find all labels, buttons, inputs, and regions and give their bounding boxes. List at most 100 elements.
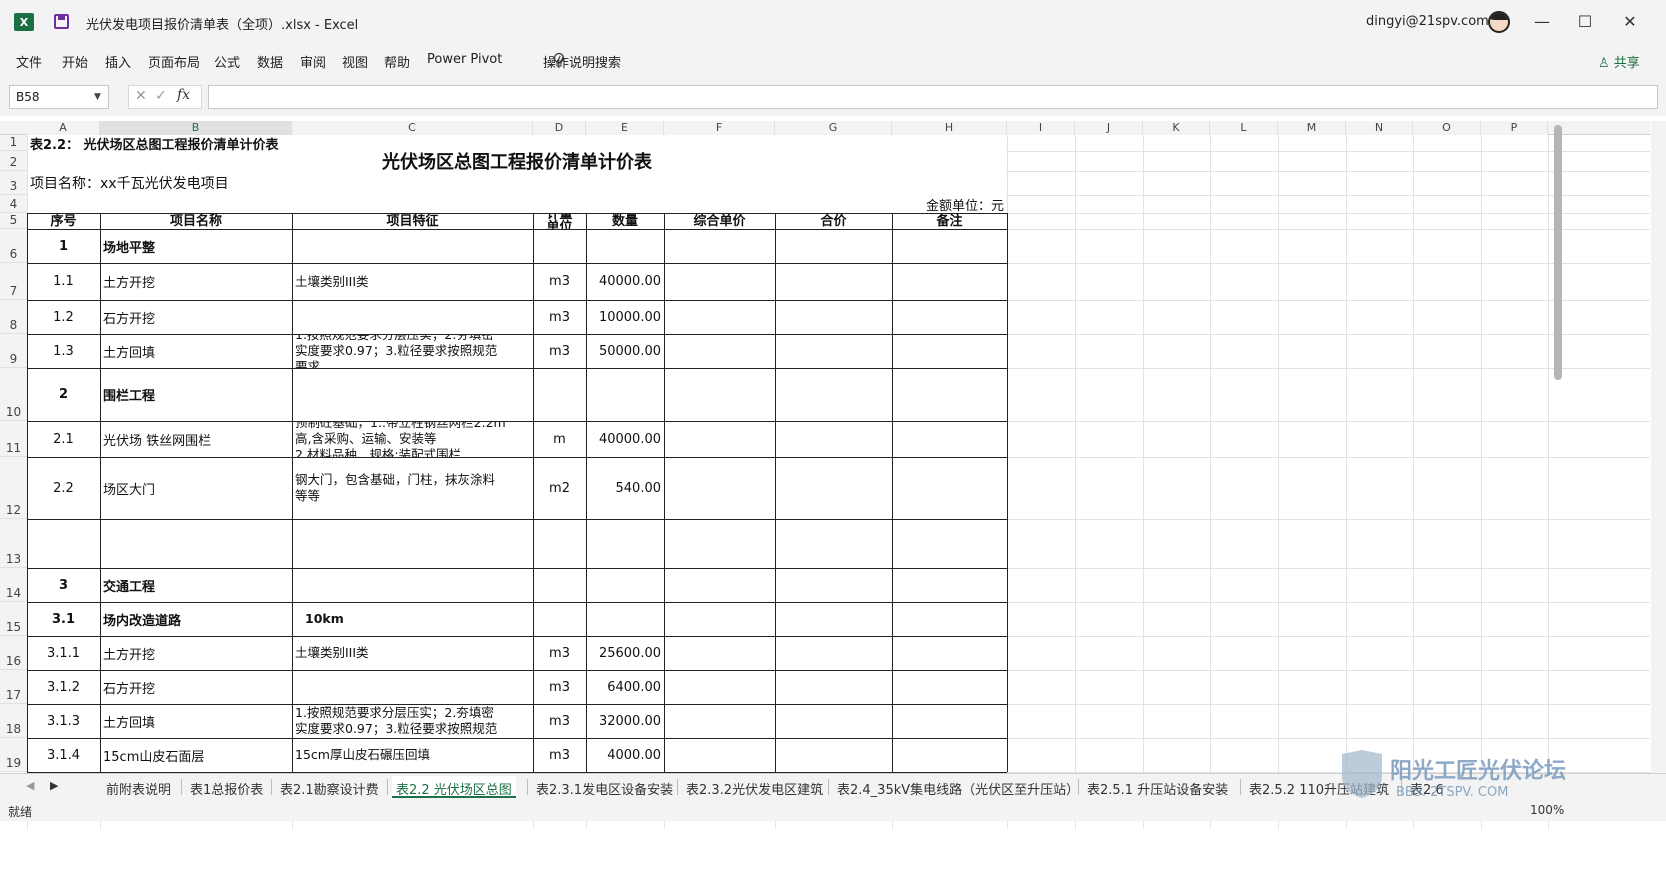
sheet-caption[interactable]: 表2.2： 光伏场区总图工程报价清单计价表 (30, 135, 530, 152)
item-unit[interactable] (536, 519, 583, 568)
item-number[interactable]: 3.1.4 (30, 738, 97, 772)
table-header[interactable]: 项目特征 (295, 213, 530, 229)
row-header[interactable]: 14 (0, 568, 27, 602)
row-header[interactable]: 12 (0, 457, 27, 519)
avatar[interactable] (1488, 11, 1510, 33)
item-number[interactable]: 3.1.3 (30, 704, 97, 738)
item-number[interactable]: 1.2 (30, 300, 97, 334)
vertical-scrollbar[interactable] (1651, 121, 1666, 773)
zoom-level[interactable]: 100% (1530, 803, 1564, 817)
item-quantity[interactable]: 32000.00 (589, 704, 661, 738)
column-header[interactable]: D (533, 121, 586, 135)
close-icon[interactable]: ✕ (1618, 10, 1642, 34)
sheet-tab[interactable]: 表2.3.2光伏发电区建筑 (686, 776, 823, 798)
item-feature[interactable] (295, 670, 530, 704)
item-quantity[interactable] (589, 229, 661, 263)
table-header[interactable]: 数量 (589, 213, 661, 229)
item-name[interactable]: 土方开挖 (103, 263, 289, 300)
table-header[interactable]: 合价 (778, 213, 889, 229)
row-header[interactable]: 10 (0, 368, 27, 421)
column-header[interactable]: I (1007, 121, 1075, 135)
sheet-tab[interactable]: 表2.5.1 升压站设备安装 (1087, 776, 1228, 798)
item-number[interactable] (30, 519, 97, 568)
item-unit[interactable]: m3 (536, 738, 583, 772)
row-header[interactable]: 18 (0, 704, 27, 738)
item-name[interactable]: 场内改造道路 (103, 602, 289, 636)
item-feature[interactable]: 15cm厚山皮石碾压回填 (295, 738, 530, 772)
column-header[interactable]: A (27, 121, 100, 135)
item-name[interactable]: 土方开挖 (103, 636, 289, 670)
item-unit[interactable]: m3 (536, 334, 583, 368)
item-name[interactable] (103, 519, 289, 568)
formula-input[interactable] (208, 85, 1658, 109)
menu-item[interactable]: 公式 (214, 52, 240, 71)
item-number[interactable]: 3 (30, 568, 97, 602)
table-header[interactable]: 备注 (895, 213, 1004, 229)
table-header[interactable]: 综合单价 (667, 213, 772, 229)
item-name[interactable]: 场地平整 (103, 229, 289, 263)
item-feature[interactable]: 1.按照规范要求分层压实；2.夯填密 实度要求0.97；3.粒径要求按照规范 要… (295, 334, 530, 368)
item-number[interactable]: 3.1 (30, 602, 97, 636)
menu-item[interactable]: 审阅 (300, 52, 326, 71)
item-name[interactable]: 石方开挖 (103, 670, 289, 704)
item-unit[interactable]: m3 (536, 636, 583, 670)
sheet-title[interactable]: 光伏场区总图工程报价清单计价表 (30, 151, 1004, 171)
item-feature[interactable]: 钢大门，包含基础，门柱，抹灰涂料 等等 (295, 457, 530, 519)
user-account[interactable]: dingyi@21spv.com (1366, 14, 1489, 29)
item-feature[interactable] (295, 229, 530, 263)
row-header[interactable]: 16 (0, 636, 27, 670)
item-number[interactable]: 2 (30, 368, 97, 421)
tab-scroll-right-icon[interactable]: ▶ (50, 779, 58, 792)
cancel-icon[interactable]: ✕ (135, 88, 147, 104)
item-unit[interactable]: m3 (536, 670, 583, 704)
item-quantity[interactable]: 10000.00 (589, 300, 661, 334)
menu-item[interactable]: 文件 (16, 52, 42, 71)
item-name[interactable]: 场区大门 (103, 457, 289, 519)
item-quantity[interactable] (589, 602, 661, 636)
item-number[interactable]: 3.1.2 (30, 670, 97, 704)
item-number[interactable]: 1.3 (30, 334, 97, 368)
sheet-tab[interactable]: 表1总报价表 (190, 776, 263, 798)
table-header[interactable]: 计量 单位 (536, 213, 583, 229)
row-header[interactable]: 5 (0, 213, 27, 229)
currency-unit[interactable]: 金额单位：元 (778, 195, 1004, 214)
item-feature[interactable]: 10km (295, 602, 530, 636)
column-header[interactable]: O (1413, 121, 1481, 135)
menu-item[interactable]: 数据 (257, 52, 283, 71)
sheet-tab[interactable]: 表2.4_35kV集电线路（光伏区至升压站） (837, 776, 1079, 798)
item-name[interactable]: 石方开挖 (103, 300, 289, 334)
row-header[interactable]: 11 (0, 421, 27, 457)
column-header[interactable]: P (1481, 121, 1548, 135)
row-header[interactable]: 15 (0, 602, 27, 636)
item-quantity[interactable]: 40000.00 (589, 421, 661, 457)
item-unit[interactable]: m (536, 421, 583, 457)
table-header[interactable]: 项目名称 (103, 213, 289, 229)
enter-icon[interactable]: ✓ (155, 88, 167, 104)
item-quantity[interactable]: 4000.00 (589, 738, 661, 772)
sheet-tab[interactable]: 表2.2 光伏场区总图 (392, 776, 516, 798)
menu-item[interactable]: 开始 (62, 52, 88, 71)
fx-icon[interactable]: fx (177, 87, 190, 103)
item-feature[interactable] (295, 519, 530, 568)
row-header[interactable]: 8 (0, 300, 27, 334)
row-header[interactable]: 7 (0, 263, 27, 300)
item-quantity[interactable] (589, 368, 661, 421)
item-unit[interactable] (536, 602, 583, 636)
item-feature[interactable]: 1.按照规范要求分层压实；2.夯填密 实度要求0.97；3.粒径要求按照规范 (295, 704, 530, 738)
sheet-tab[interactable]: 表2.3.1发电区设备安装 (536, 776, 673, 798)
item-unit[interactable]: m3 (536, 704, 583, 738)
item-name[interactable]: 光伏场 铁丝网围栏 (103, 421, 289, 457)
item-unit[interactable] (536, 568, 583, 602)
item-feature[interactable]: 预制砼基础，1.:带立柱钢丝网栏2.2m 高,含采购、运输、安装等 2.材料品种… (295, 421, 530, 457)
minimize-icon[interactable]: — (1530, 10, 1554, 34)
item-quantity[interactable]: 540.00 (589, 457, 662, 519)
item-unit[interactable] (536, 229, 583, 263)
item-quantity[interactable]: 40000.00 (589, 263, 661, 300)
maximize-icon[interactable]: ☐ (1573, 10, 1597, 34)
item-number[interactable]: 1.1 (30, 263, 97, 300)
sheet-tab[interactable]: 表2.1勘察设计费 (280, 776, 379, 798)
item-name[interactable]: 交通工程 (103, 568, 289, 602)
row-header[interactable]: 19 (0, 738, 27, 772)
row-header[interactable]: 17 (0, 670, 27, 704)
item-quantity[interactable] (589, 519, 661, 568)
